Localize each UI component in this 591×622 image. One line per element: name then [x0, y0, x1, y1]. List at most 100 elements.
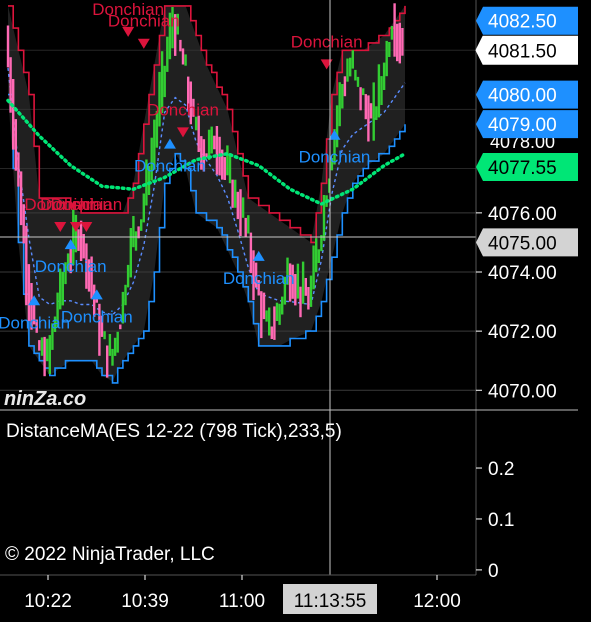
- price-bar-up: [163, 65, 166, 98]
- price-bar-up: [124, 284, 127, 306]
- price-badge-label: 4082.50: [488, 12, 557, 33]
- price-bar-up: [113, 337, 117, 356]
- price-bar-down: [393, 3, 396, 57]
- price-bar-down: [299, 286, 302, 318]
- donchian-signal-label: Donchian: [134, 157, 206, 176]
- price-bar-down: [367, 95, 370, 142]
- price-bar-up: [140, 219, 143, 231]
- donchian-signal-label: Donchian: [35, 257, 107, 276]
- price-bar-down: [106, 345, 109, 378]
- price-badge-label: 4080.00: [488, 86, 557, 107]
- price-bar-down: [82, 234, 85, 259]
- price-bar-down: [401, 28, 404, 56]
- vertical-scrollbar[interactable]: [578, 0, 591, 622]
- price-bar-down: [244, 217, 247, 238]
- price-bar-up: [61, 271, 64, 306]
- price-bar-up: [309, 275, 313, 307]
- price-bar-down: [231, 179, 234, 208]
- price-bar-up: [268, 307, 271, 336]
- price-bar-down: [249, 232, 253, 274]
- price-bar-down: [396, 23, 399, 62]
- price-bar-up: [247, 215, 250, 234]
- copyright-notice: © 2022 NinjaTrader, LLC: [5, 544, 215, 565]
- price-badge-label: 4077.55: [488, 158, 557, 179]
- price-bar-up: [349, 57, 352, 77]
- price-badge-label: 4081.50: [488, 41, 557, 62]
- price-bar-down: [359, 87, 362, 111]
- price-bar-up: [166, 36, 169, 72]
- donchian-signal-label: Donchian: [299, 148, 371, 167]
- price-bar-up: [356, 76, 360, 87]
- price-bar-up: [346, 58, 349, 82]
- price-bar-up: [126, 264, 130, 288]
- price-bar-down: [262, 292, 266, 320]
- price-bar-up: [40, 337, 44, 356]
- price-bar-up: [111, 348, 114, 366]
- price-bar-down: [12, 79, 15, 150]
- price-bar-up: [134, 231, 138, 251]
- time-tick-label: 10:22: [24, 591, 72, 612]
- price-bar-down: [181, 48, 185, 65]
- price-bar-up: [265, 310, 268, 322]
- price-bar-up: [228, 153, 232, 184]
- donchian-signal-label: Donchian: [147, 100, 219, 119]
- time-tick-label: 12:00: [413, 591, 461, 612]
- price-bar-up: [315, 238, 318, 273]
- price-bar-up: [354, 69, 357, 81]
- price-bar-up: [48, 335, 51, 375]
- price-bar-down: [307, 287, 310, 310]
- price-bar-down: [43, 336, 46, 377]
- price-badge-label: 4075.00: [488, 233, 557, 254]
- price-bar-up: [108, 334, 112, 356]
- indicator-tick-label: 0: [488, 561, 499, 582]
- price-bar-up: [116, 331, 119, 353]
- price-bar-up: [296, 263, 300, 299]
- price-badge-label: 4079.00: [488, 115, 557, 136]
- price-bar-down: [17, 152, 20, 187]
- price-bar-up: [372, 82, 375, 141]
- price-bar-up: [375, 106, 378, 120]
- price-bar-down: [25, 225, 28, 306]
- price-bar-up: [210, 126, 213, 154]
- price-bar-up: [312, 245, 315, 290]
- donchian-signal-label: Donchian: [61, 307, 133, 326]
- price-bar-up: [46, 338, 49, 362]
- price-bar-up: [132, 216, 135, 248]
- price-bar-down: [6, 25, 10, 68]
- price-bar-up: [351, 50, 354, 69]
- price-bar-down: [236, 191, 239, 220]
- price-bar-down: [239, 189, 242, 236]
- price-bar-down: [179, 39, 182, 52]
- price-bar-up: [338, 82, 341, 127]
- price-bar-up: [241, 197, 245, 218]
- price-bar-down: [19, 171, 23, 226]
- price-bar-down: [38, 340, 41, 351]
- donchian-signal-label: Donchian: [108, 12, 180, 31]
- indicator-title: DistanceMA(ES 12-22 (798 Tick),233,5): [6, 421, 342, 442]
- price-bar-up: [278, 303, 281, 325]
- price-bar-down: [215, 126, 219, 175]
- price-bar-down: [213, 135, 216, 150]
- indicator-tick-label: 0.1: [488, 510, 514, 531]
- price-bar-up: [382, 62, 386, 90]
- crosshair-time-label: 11:13:55: [294, 591, 367, 612]
- donchian-signal-label: Donchian: [0, 313, 70, 332]
- price-bar-down: [398, 22, 401, 64]
- donchian-signal-label: Donchian: [223, 269, 295, 288]
- price-bar-down: [223, 157, 226, 180]
- price-bar-up: [275, 302, 279, 321]
- indicator-tick-label: 0.2: [488, 459, 514, 480]
- price-bar-up: [281, 296, 284, 315]
- price-bar-down: [270, 326, 273, 339]
- donchian-signal-label: Donchian: [291, 32, 363, 51]
- price-bar-up: [103, 331, 106, 340]
- price-tick-label: 4070.00: [488, 381, 557, 402]
- price-bar-down: [364, 94, 367, 120]
- price-bar-down: [273, 306, 276, 340]
- ninza-watermark: ninZa.co: [4, 388, 86, 410]
- price-bar-down: [14, 119, 17, 171]
- price-bar-up: [377, 64, 381, 118]
- price-bar-up: [380, 76, 383, 105]
- price-bar-up: [129, 228, 132, 278]
- price-bar-up: [390, 26, 394, 40]
